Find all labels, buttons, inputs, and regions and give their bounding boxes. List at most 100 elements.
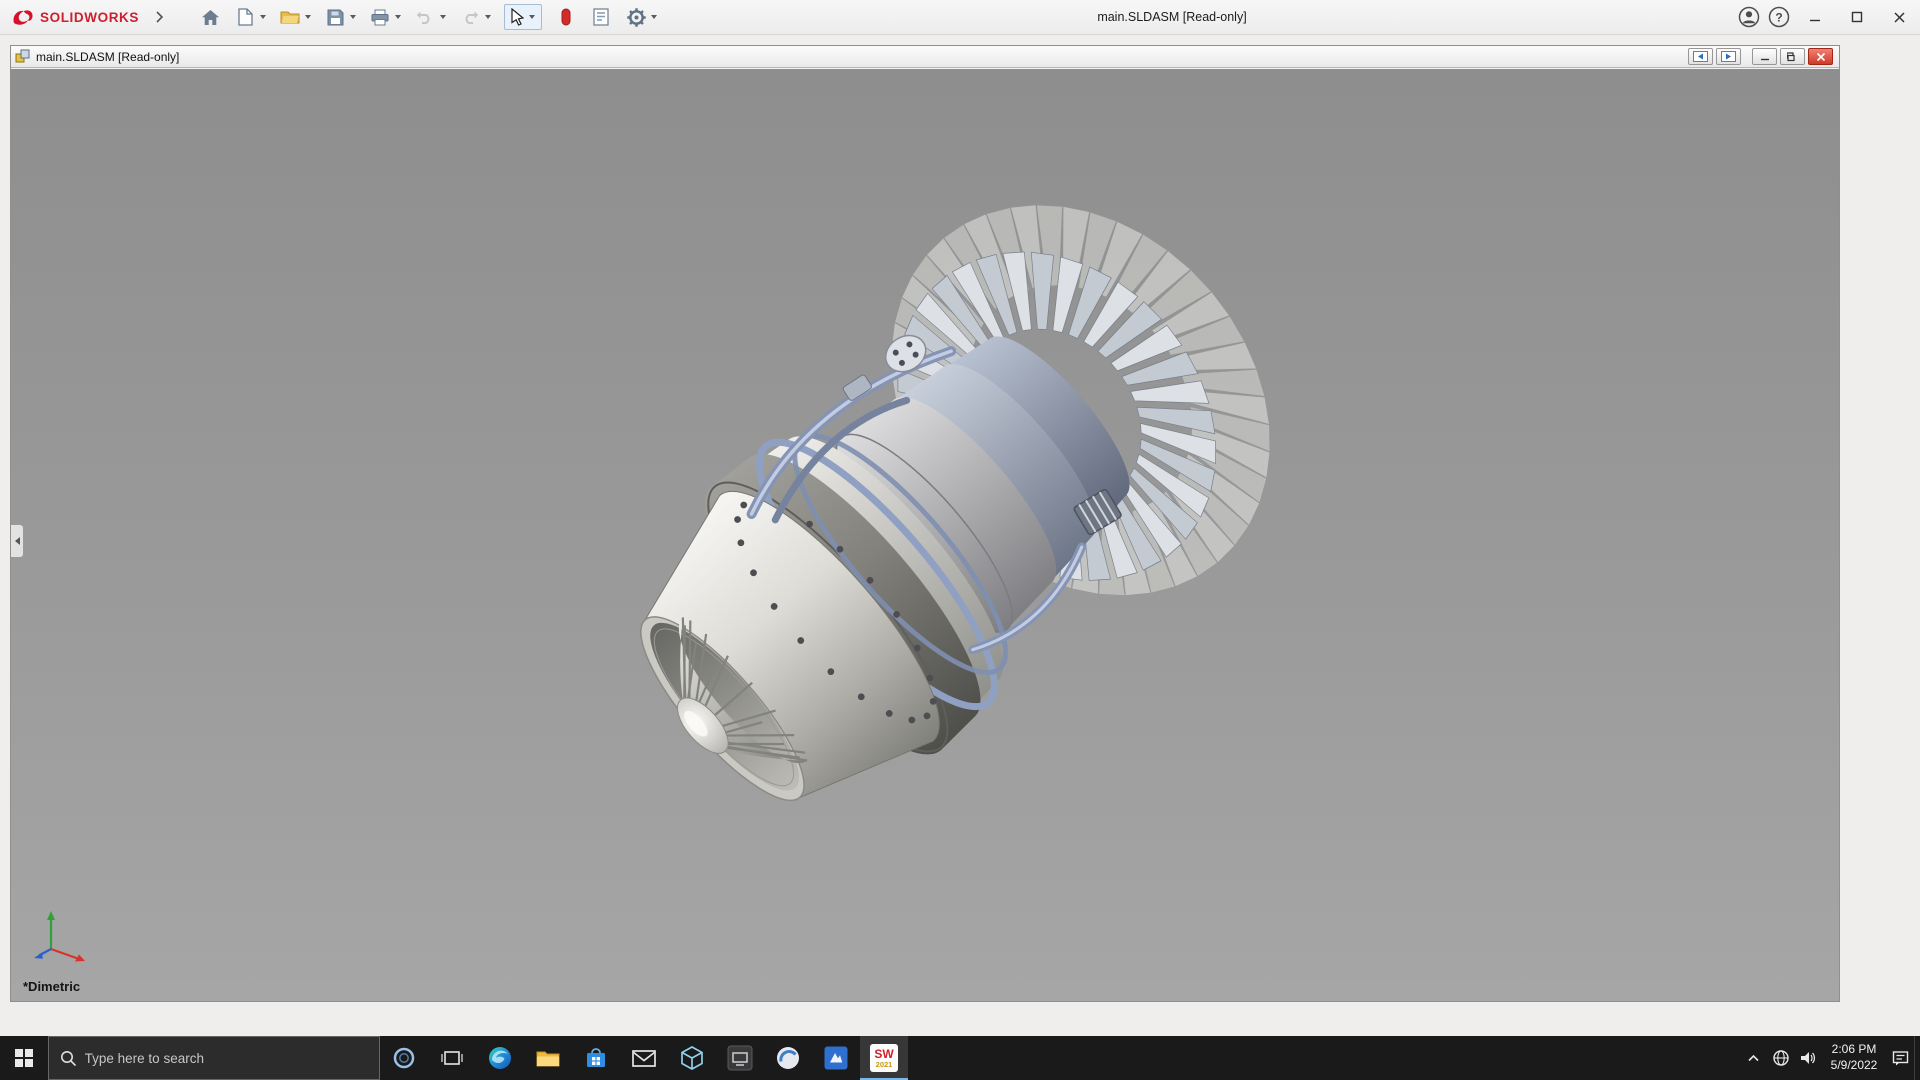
save-button[interactable] bbox=[324, 4, 346, 30]
taskbar-app-round[interactable] bbox=[764, 1036, 812, 1080]
document-window-controls bbox=[1688, 48, 1835, 65]
show-desktop-button[interactable] bbox=[1914, 1036, 1920, 1080]
solidworks-app-icon: SW 2021 bbox=[870, 1044, 898, 1072]
blue-app-icon bbox=[823, 1045, 849, 1071]
open-folder-icon bbox=[280, 9, 300, 25]
pane-arrow-left-button[interactable] bbox=[1688, 48, 1713, 65]
taskbar-task-view[interactable] bbox=[428, 1036, 476, 1080]
save-dropdown[interactable] bbox=[350, 15, 356, 19]
taskbar-clock[interactable]: 2:06 PM 5/9/2022 bbox=[1821, 1042, 1887, 1073]
redo-dropdown[interactable] bbox=[485, 15, 491, 19]
taskbar-app-store[interactable] bbox=[572, 1036, 620, 1080]
document-restore-icon bbox=[1787, 52, 1798, 62]
document-close-icon bbox=[1816, 52, 1826, 62]
volume-icon bbox=[1799, 1050, 1817, 1066]
svg-text:?: ? bbox=[1775, 11, 1782, 25]
document-restore-button[interactable] bbox=[1780, 48, 1805, 65]
microsoft-edge-icon bbox=[487, 1045, 513, 1071]
minimize-button[interactable] bbox=[1794, 0, 1836, 34]
document-window: main.SLDASM [Read-only] bbox=[10, 45, 1840, 1002]
search-input[interactable] bbox=[85, 1051, 368, 1066]
minimize-icon bbox=[1809, 11, 1821, 23]
undo-icon bbox=[416, 10, 434, 24]
save-icon bbox=[327, 9, 344, 26]
new-document-button[interactable] bbox=[234, 4, 256, 30]
print-button[interactable] bbox=[369, 4, 391, 30]
undo-button[interactable] bbox=[414, 4, 436, 30]
jet-engine-model bbox=[11, 69, 1839, 1001]
taskbar-app-blue[interactable] bbox=[812, 1036, 860, 1080]
undo-dropdown[interactable] bbox=[440, 15, 446, 19]
document-minimize-icon bbox=[1760, 52, 1770, 61]
windows-taskbar: SW 2021 2:06 PM 5/9/2022 bbox=[0, 1036, 1920, 1080]
pane-arrow-right-button[interactable] bbox=[1716, 48, 1741, 65]
cube-3d-viewer-icon bbox=[680, 1045, 704, 1071]
new-document-dropdown[interactable] bbox=[260, 15, 266, 19]
close-button[interactable] bbox=[1878, 0, 1920, 34]
account-icon bbox=[1738, 6, 1760, 28]
pane-arrow-right-icon bbox=[1721, 51, 1736, 62]
maximize-button[interactable] bbox=[1836, 0, 1878, 34]
cortana-icon bbox=[392, 1046, 416, 1070]
account-button[interactable] bbox=[1734, 2, 1764, 32]
maximize-icon bbox=[1851, 11, 1863, 23]
file-properties-button[interactable] bbox=[590, 4, 612, 30]
help-button[interactable]: ? bbox=[1764, 2, 1794, 32]
document-minimize-button[interactable] bbox=[1752, 48, 1777, 65]
open-button[interactable] bbox=[279, 4, 301, 30]
panel-collapse-tab[interactable] bbox=[11, 524, 24, 558]
mail-icon bbox=[631, 1047, 657, 1069]
print-dropdown[interactable] bbox=[395, 15, 401, 19]
red-pill-icon bbox=[561, 8, 571, 26]
select-tool-button[interactable] bbox=[504, 4, 542, 30]
taskbar-app-dark[interactable] bbox=[716, 1036, 764, 1080]
orientation-triad bbox=[25, 903, 91, 967]
network-tray-button[interactable] bbox=[1767, 1036, 1794, 1080]
volume-tray-button[interactable] bbox=[1794, 1036, 1821, 1080]
open-dropdown[interactable] bbox=[305, 15, 311, 19]
start-button[interactable] bbox=[0, 1036, 48, 1080]
file-explorer-icon bbox=[535, 1045, 561, 1071]
assembly-document-icon bbox=[15, 49, 31, 64]
close-icon bbox=[1893, 11, 1906, 24]
graphics-viewport[interactable]: *Dimetric bbox=[11, 69, 1839, 1001]
action-center-button[interactable] bbox=[1887, 1036, 1914, 1080]
file-properties-icon bbox=[593, 8, 609, 26]
quick-access-toolbar bbox=[186, 4, 657, 30]
solidworks-logo-icon bbox=[10, 7, 34, 27]
microsoft-store-icon bbox=[584, 1045, 608, 1071]
red-pill-button[interactable] bbox=[555, 4, 577, 30]
mdi-background: main.SLDASM [Read-only] bbox=[0, 35, 1920, 1036]
collapse-arrow-icon bbox=[15, 537, 20, 545]
clock-date: 5/9/2022 bbox=[1823, 1058, 1885, 1074]
home-button[interactable] bbox=[199, 4, 221, 30]
new-document-icon bbox=[238, 8, 253, 26]
windows-logo-icon bbox=[15, 1049, 33, 1067]
pane-arrow-left-icon bbox=[1693, 51, 1708, 62]
taskbar-app-mail[interactable] bbox=[620, 1036, 668, 1080]
gear-icon bbox=[627, 8, 646, 27]
options-button[interactable] bbox=[625, 4, 647, 30]
redo-button[interactable] bbox=[459, 4, 481, 30]
document-title: main.SLDASM [Read-only] bbox=[36, 50, 179, 64]
expand-menu-chevron-icon[interactable] bbox=[155, 11, 164, 23]
taskbar-app-edge[interactable] bbox=[476, 1036, 524, 1080]
network-icon bbox=[1772, 1049, 1790, 1067]
select-dropdown[interactable] bbox=[529, 15, 535, 19]
dark-app-icon bbox=[727, 1045, 753, 1071]
solidworks-logo: SOLIDWORKS bbox=[0, 7, 139, 27]
chevron-up-icon bbox=[1747, 1053, 1760, 1063]
view-orientation-label: *Dimetric bbox=[23, 979, 80, 994]
document-titlebar[interactable]: main.SLDASM [Read-only] bbox=[11, 46, 1839, 68]
taskbar-app-cortana[interactable] bbox=[380, 1036, 428, 1080]
taskbar-app-solidworks[interactable]: SW 2021 bbox=[860, 1036, 908, 1080]
taskbar-app-file-explorer[interactable] bbox=[524, 1036, 572, 1080]
task-view-icon bbox=[441, 1048, 463, 1068]
taskbar-app-3d-viewer[interactable] bbox=[668, 1036, 716, 1080]
options-dropdown[interactable] bbox=[651, 15, 657, 19]
system-tray: 2:06 PM 5/9/2022 bbox=[1740, 1036, 1920, 1080]
taskbar-search[interactable] bbox=[48, 1036, 380, 1080]
document-close-button[interactable] bbox=[1808, 48, 1833, 65]
brand-text: SOLIDWORKS bbox=[40, 10, 139, 25]
hidden-icons-button[interactable] bbox=[1740, 1036, 1767, 1080]
